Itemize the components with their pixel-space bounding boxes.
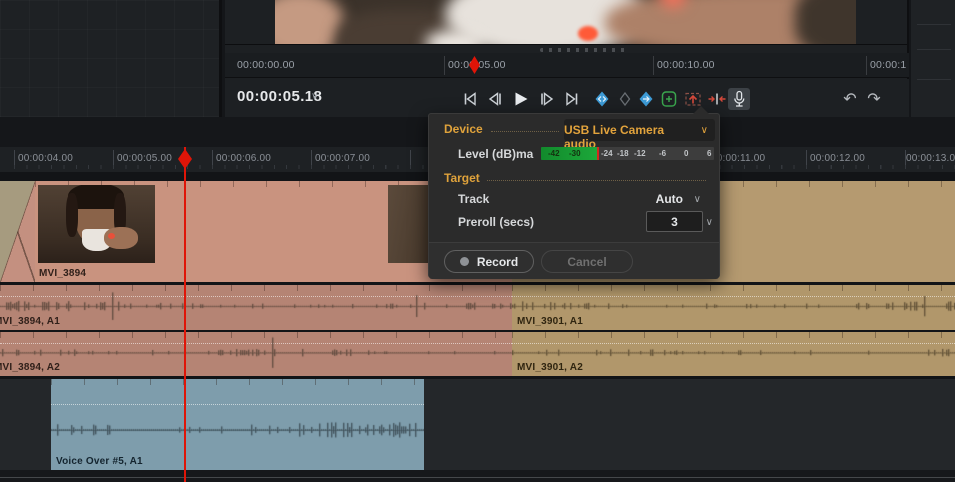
meter-tick: -18 xyxy=(617,149,629,158)
popup-callout-arrow xyxy=(693,106,709,114)
viewer-ruler-label: 00:00:00.00 xyxy=(237,59,295,71)
record-dot-icon xyxy=(460,257,469,266)
meter-tick: 0 xyxy=(684,149,688,158)
voiceover-record-mic-button[interactable] xyxy=(728,88,750,110)
left-empty-panel xyxy=(0,0,222,117)
preview-bottom-edge xyxy=(225,44,907,45)
clip-name-label: Voice Over #5, A1 xyxy=(56,456,143,467)
clip-name-label: MVI_3894 xyxy=(39,268,86,279)
chevron-down-icon[interactable]: ∨ xyxy=(706,217,713,228)
record-button-label: Record xyxy=(477,255,518,269)
viewer-ruler-label: 00:00:10.00 xyxy=(657,59,715,71)
track-value[interactable]: Auto xyxy=(656,192,683,206)
viewer-ruler-label: 00:00:1 xyxy=(870,59,906,71)
preview-background-right xyxy=(795,0,856,44)
previous-keyframe-icon[interactable] xyxy=(591,88,613,110)
undo-button[interactable]: ↶ xyxy=(840,91,860,109)
clip-name-label: MVI_3901, A2 xyxy=(517,362,583,373)
thumbnail-fingernail xyxy=(108,233,115,239)
thumbnail-hair-side xyxy=(66,193,78,237)
meter-tick: 6 xyxy=(707,149,711,158)
play-button[interactable] xyxy=(509,88,531,110)
timecode-chevron-icon[interactable]: ∨ xyxy=(311,91,318,102)
clip-thumbnail xyxy=(38,185,155,263)
voiceover-record-popup: Device USB Live Camera audio ∨ Level (dB… xyxy=(428,113,720,278)
meter-tick: -6 xyxy=(659,149,666,158)
device-section-label: Device xyxy=(444,122,483,136)
timeline-scrollbar[interactable] xyxy=(0,477,955,478)
ruler-separator xyxy=(444,56,445,75)
meter-tick: -24 xyxy=(601,149,613,158)
redo-button[interactable]: ↷ xyxy=(864,91,884,109)
meter-scale-line xyxy=(917,24,951,25)
meter-tick: -30 xyxy=(569,149,581,158)
record-button[interactable]: Record xyxy=(444,250,534,273)
go-to-end-button[interactable] xyxy=(561,88,583,110)
popup-footer: Record Cancel xyxy=(429,242,719,279)
waveform xyxy=(0,332,512,376)
audio-clip-mvi-3901-a1[interactable]: MVI_3901, A1 xyxy=(512,285,955,330)
audio-level-meter: -42 -30 -24 -18 -12 -6 0 6 xyxy=(541,147,714,160)
keyframe-icon[interactable] xyxy=(614,88,636,110)
audio-clip-mvi-3901-a2[interactable]: MVI_3901, A2 xyxy=(512,332,955,376)
audio-clip-mvi-3894-a2[interactable]: MVI_3894, A2 xyxy=(0,332,512,376)
go-to-start-button[interactable] xyxy=(459,88,481,110)
ruler-label: 00:00:13.00 xyxy=(906,153,955,164)
dotted-leader xyxy=(487,180,706,181)
match-frame-icon[interactable] xyxy=(658,88,680,110)
cancel-button-label: Cancel xyxy=(567,255,606,269)
ruler-label: 00:00:07.00 xyxy=(315,153,370,164)
meter-scale-line xyxy=(917,79,951,80)
current-timecode: 00:00:05.18 xyxy=(237,88,322,105)
voiceover-clip[interactable]: Voice Over #5, A1 xyxy=(51,379,424,470)
chevron-down-icon: ∨ xyxy=(701,125,708,136)
ruler-separator xyxy=(866,56,867,75)
ruler-label: 00:00:04.00 xyxy=(18,153,73,164)
cancel-button[interactable]: Cancel xyxy=(541,250,633,273)
preroll-input[interactable] xyxy=(646,211,703,232)
target-section-label: Target xyxy=(444,171,480,185)
device-dropdown[interactable]: USB Live Camera audio ∨ xyxy=(564,119,715,141)
track-label: Track xyxy=(458,192,489,206)
preview-fingernail xyxy=(578,26,598,41)
meter-tick: -42 xyxy=(548,149,560,158)
viewer-timeline-ruler[interactable]: 00:00:00.00 00:00:05.00 00:00:10.00 00:0… xyxy=(225,53,909,78)
video-transition-clip[interactable] xyxy=(0,181,35,282)
ruler-label: 00:00:12.00 xyxy=(810,153,865,164)
transition-outgoing-clip xyxy=(0,181,35,282)
waveform xyxy=(0,285,512,330)
audio-meters-panel xyxy=(911,0,955,117)
ruler-separator xyxy=(653,56,654,75)
preroll-label: Preroll (secs) xyxy=(458,215,534,229)
video-preview[interactable] xyxy=(275,0,856,44)
panel-resize-handle[interactable] xyxy=(540,48,630,52)
clip-name-label: MVI_3894, A2 xyxy=(0,362,60,373)
audio-clip-mvi-3894-a1[interactable]: MVI_3894, A1 xyxy=(0,285,512,330)
clip-name-label: MVI_3901, A1 xyxy=(517,316,583,327)
transport-bar: 00:00:05.18 ∨ xyxy=(225,79,909,117)
chevron-down-icon[interactable]: ∨ xyxy=(694,194,701,205)
meter-red-marker xyxy=(597,147,599,160)
timeline-bottom-area xyxy=(0,470,955,482)
clip-name-label: MVI_3894, A1 xyxy=(0,316,60,327)
overwrite-clip-icon[interactable] xyxy=(706,88,728,110)
meter-tick: -12 xyxy=(634,149,646,158)
ruler-label: 00:00:05.00 xyxy=(117,153,172,164)
step-forward-button[interactable] xyxy=(536,88,558,110)
ruler-label: 00:00:06.00 xyxy=(216,153,271,164)
timeline-playhead[interactable] xyxy=(184,147,186,482)
level-label: Level (dB)ma xyxy=(458,147,533,161)
dotted-leader xyxy=(491,131,559,132)
voiceover-track: Voice Over #5, A1 xyxy=(0,379,955,471)
next-keyframe-icon[interactable] xyxy=(635,88,657,110)
step-back-button[interactable] xyxy=(484,88,506,110)
app-window: 00:00:00.00 00:00:05.00 00:00:10.00 00:0… xyxy=(0,0,955,482)
viewer-panel: 00:00:00.00 00:00:05.00 00:00:10.00 00:0… xyxy=(225,0,909,117)
meter-scale-line xyxy=(917,49,951,50)
